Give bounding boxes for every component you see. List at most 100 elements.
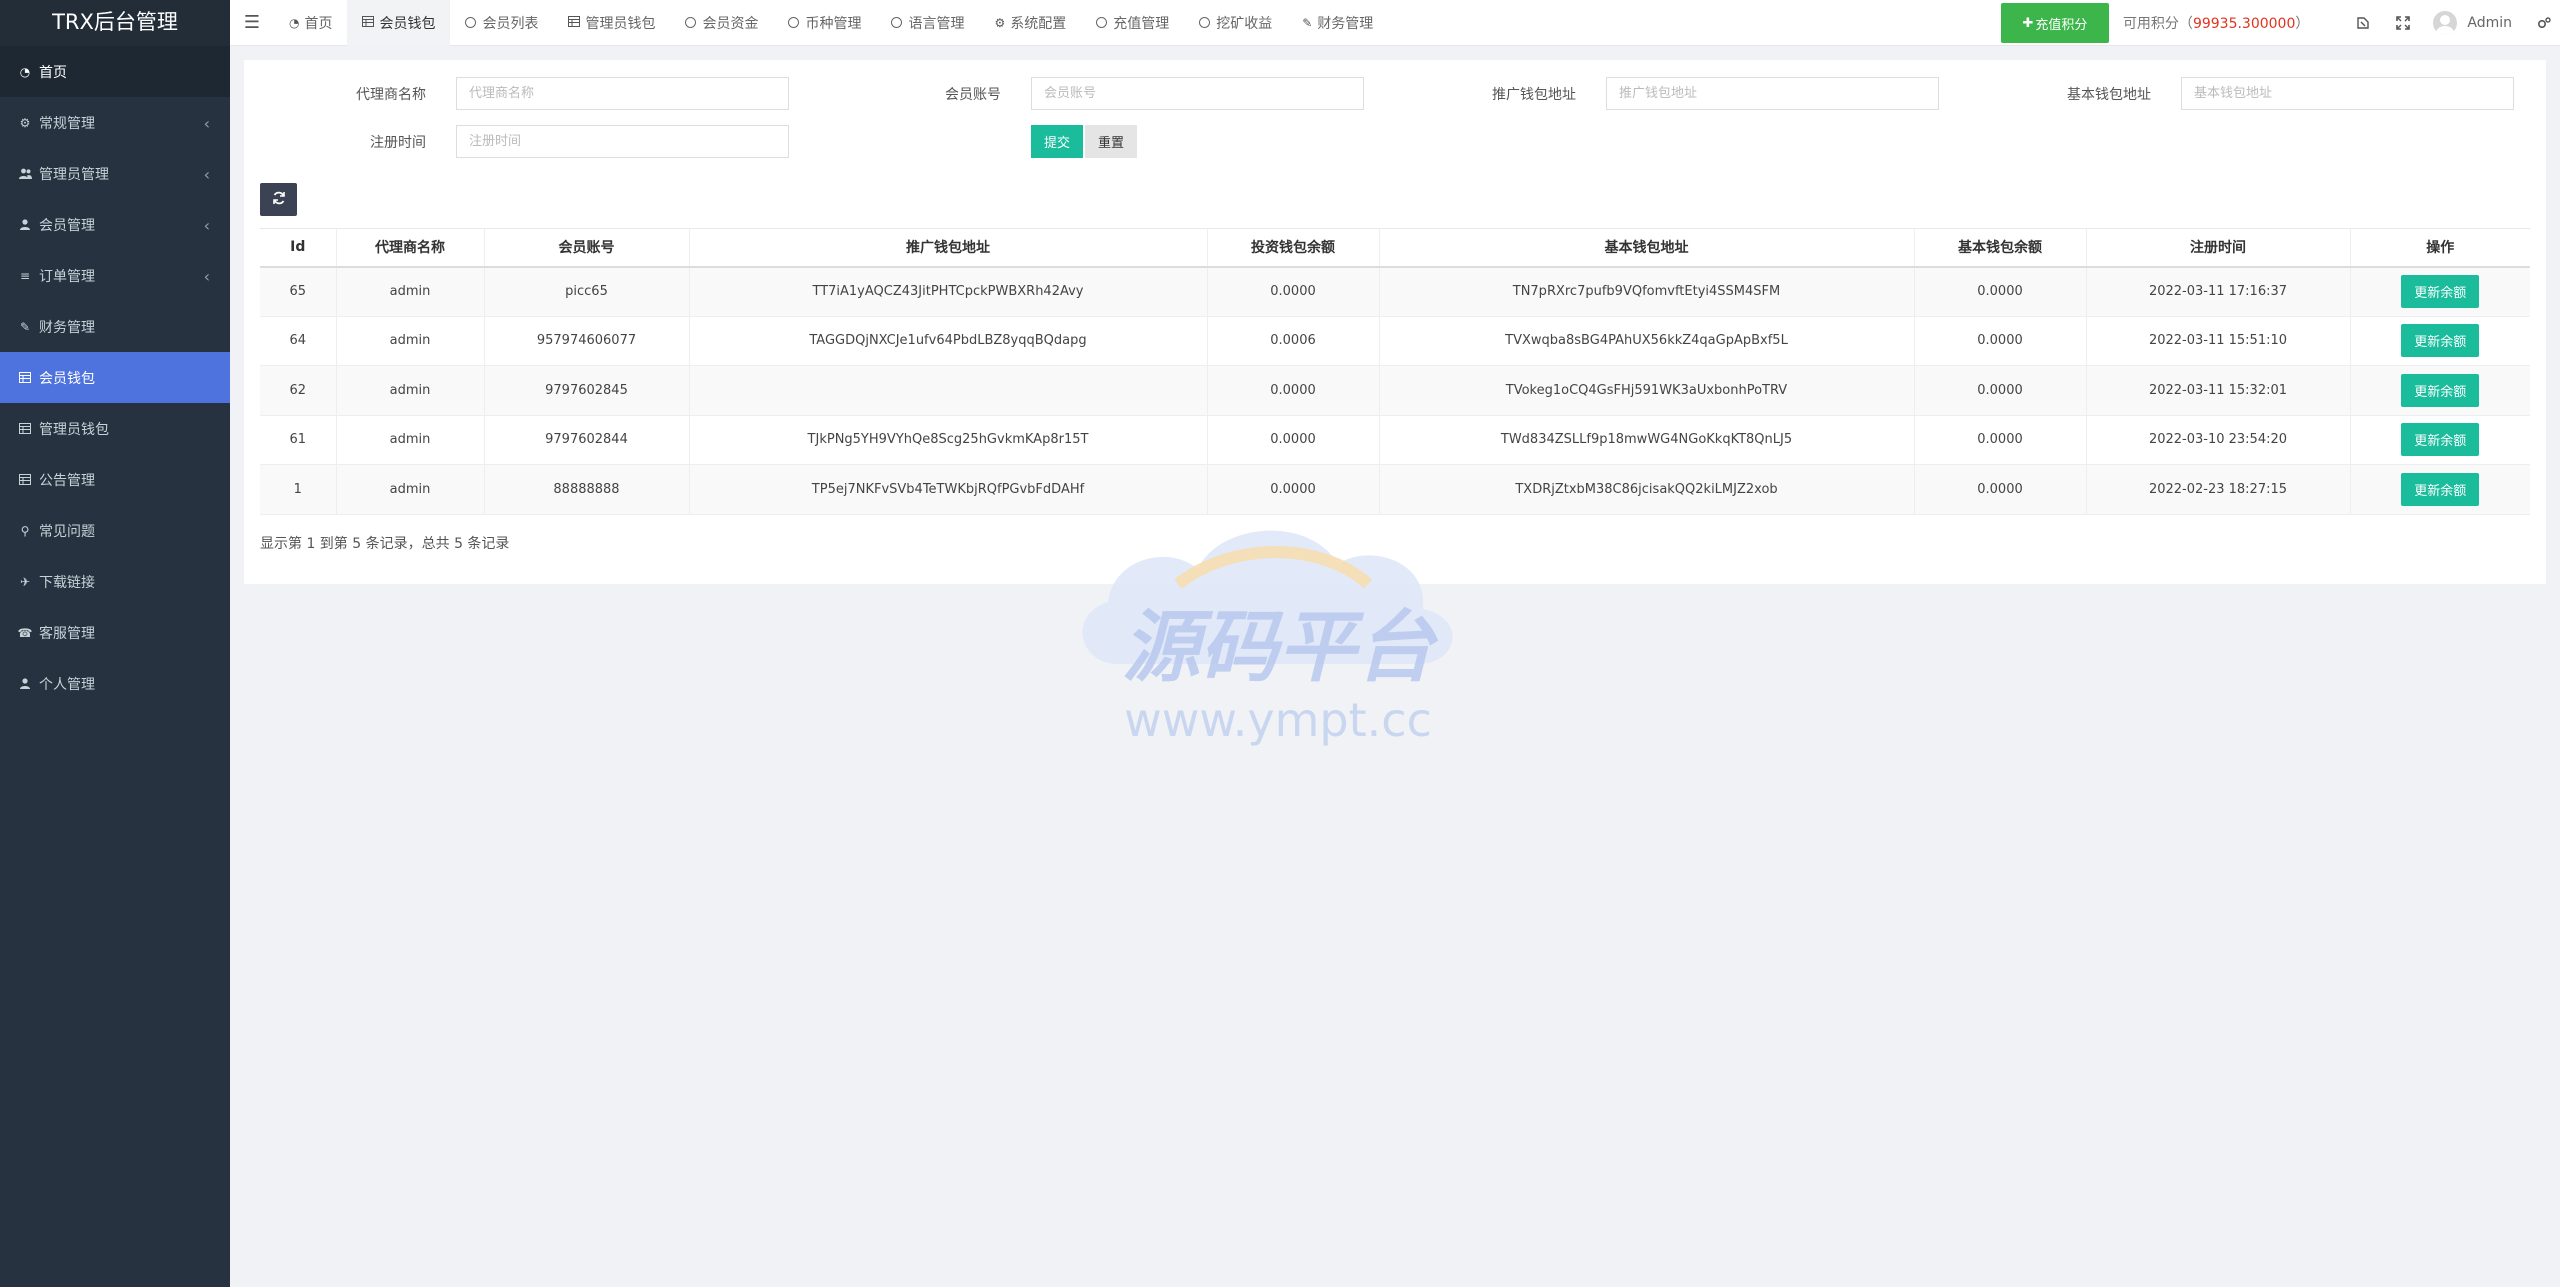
sidebar-item-3[interactable]: 会员管理 ‹ bbox=[0, 199, 230, 250]
cell-action: 更新余额 bbox=[2349, 266, 2530, 317]
topbar-right: ✚ 充值积分 可用积分（99935.300000） Admin bbox=[2000, 0, 2560, 46]
cell-time: 2022-02-23 18:27:15 bbox=[2085, 464, 2350, 515]
tab-label: 系统配置 bbox=[1010, 15, 1067, 32]
cell-base_balance: 0.0000 bbox=[1913, 464, 2086, 515]
tab-4[interactable]: 会员资金 bbox=[670, 0, 773, 46]
settings-gear-icon[interactable] bbox=[2532, 16, 2556, 30]
sidebar-item-label: 会员钱包 bbox=[39, 370, 95, 387]
sidebar-item-label: 常规管理 bbox=[39, 115, 95, 132]
cell-action: 更新余额 bbox=[2349, 464, 2530, 515]
tab-label: 充值管理 bbox=[1113, 15, 1170, 32]
sidebar-item-11[interactable]: ☎ 客服管理 bbox=[0, 607, 230, 658]
update-balance-button[interactable]: 更新余额 bbox=[2401, 275, 2480, 308]
column-header[interactable]: 投资钱包余额 bbox=[1206, 228, 1379, 268]
tab-label: 会员列表 bbox=[482, 15, 539, 32]
tab-1[interactable]: 会员钱包 bbox=[347, 0, 451, 46]
sidebar-item-1[interactable]: ⚙ 常规管理 ‹ bbox=[0, 97, 230, 148]
column-header[interactable]: 基本钱包地址 bbox=[1378, 228, 1914, 268]
topbar: ☰ ◔ 首页 会员钱包 会员列表 管理员钱包 会员资金 币种管理 语言管理 ⚙ 系统配置 充值管理 挖… bbox=[230, 0, 2560, 46]
table-icon bbox=[568, 15, 581, 30]
update-balance-button[interactable]: 更新余额 bbox=[2401, 324, 2480, 358]
refresh-button[interactable] bbox=[260, 183, 297, 216]
avatar[interactable] bbox=[2433, 11, 2458, 35]
update-balance-button[interactable]: 更新余额 bbox=[2401, 373, 2480, 407]
sidebar-item-2[interactable]: 管理员管理 ‹ bbox=[0, 148, 230, 199]
column-header[interactable]: 注册时间 bbox=[2085, 228, 2350, 268]
sidebar-item-0[interactable]: ◔ 首页 bbox=[0, 46, 230, 97]
column-header[interactable]: 基本钱包余额 bbox=[1913, 228, 2086, 268]
cell-promo: TAGGDQjNXCJe1ufv64PbdLBZ8yqqBQdapg bbox=[688, 316, 1207, 366]
agent-label: 代理商名称 bbox=[356, 86, 426, 103]
sidebar-item-label: 财务管理 bbox=[39, 319, 95, 336]
sidebar-item-5[interactable]: ✎ 财务管理 bbox=[0, 301, 230, 352]
clear-cache-icon[interactable] bbox=[2343, 16, 2383, 30]
filter-base-address: 基本钱包地址 bbox=[1999, 77, 2514, 110]
chevron-left-icon: ‹ bbox=[203, 165, 210, 184]
cell-account: 9797602845 bbox=[483, 365, 689, 416]
table-icon bbox=[18, 422, 32, 436]
cell-time: 2022-03-11 15:51:10 bbox=[2085, 316, 2350, 366]
user-icon bbox=[18, 677, 32, 691]
cell-agent: admin bbox=[335, 316, 484, 366]
tab-9[interactable]: 挖矿收益 bbox=[1184, 0, 1287, 46]
cell-invest: 0.0006 bbox=[1206, 316, 1379, 366]
sidebar-item-10[interactable]: ✈ 下载链接 bbox=[0, 556, 230, 607]
gear-icon: ⚙ bbox=[994, 15, 1006, 30]
sidebar-item-label: 会员管理 bbox=[39, 217, 95, 234]
edit-icon: ✎ bbox=[19, 319, 31, 334]
chevron-left-icon: ‹ bbox=[203, 216, 210, 235]
cell-id: 61 bbox=[260, 415, 336, 465]
cell-agent: admin bbox=[335, 365, 484, 416]
tab-label: 会员资金 bbox=[702, 15, 759, 32]
column-header[interactable]: 会员账号 bbox=[483, 228, 689, 268]
user-icon bbox=[18, 218, 32, 232]
tab-0[interactable]: ◔ 首页 bbox=[274, 0, 347, 46]
menu-toggle-icon[interactable]: ☰ bbox=[230, 0, 274, 46]
cell-promo bbox=[688, 365, 1207, 416]
cell-account: 88888888 bbox=[483, 464, 689, 515]
filter-account: 会员账号 bbox=[849, 77, 1364, 110]
cell-base: TVokeg1oCQ4GsFHj591WK3aUxbonhPoTRV bbox=[1378, 365, 1914, 416]
base-address-input[interactable] bbox=[2181, 77, 2514, 110]
circle-icon bbox=[1096, 17, 1108, 28]
tab-label: 管理员钱包 bbox=[585, 15, 656, 32]
sidebar-item-9[interactable]: ⚲ 常见问题 bbox=[0, 505, 230, 556]
sidebar-item-7[interactable]: 管理员钱包 bbox=[0, 403, 230, 454]
reset-button[interactable]: 重置 bbox=[1085, 125, 1137, 158]
column-header[interactable]: 操作 bbox=[2349, 228, 2530, 268]
cell-invest: 0.0000 bbox=[1206, 266, 1379, 317]
tab-7[interactable]: ⚙ 系统配置 bbox=[979, 0, 1081, 46]
tab-5[interactable]: 币种管理 bbox=[773, 0, 876, 46]
user-name[interactable]: Admin bbox=[2467, 15, 2512, 31]
column-header[interactable]: Id bbox=[260, 228, 336, 268]
tab-3[interactable]: 管理员钱包 bbox=[553, 0, 670, 46]
update-balance-button[interactable]: 更新余额 bbox=[2401, 472, 2480, 506]
dashboard-icon: ◔ bbox=[19, 64, 31, 79]
cell-id: 65 bbox=[260, 266, 336, 317]
cell-invest: 0.0000 bbox=[1206, 365, 1379, 416]
promo-address-input[interactable] bbox=[1606, 77, 1939, 110]
update-balance-button[interactable]: 更新余额 bbox=[2401, 423, 2480, 457]
cell-invest: 0.0000 bbox=[1206, 464, 1379, 515]
sidebar-item-6[interactable]: 会员钱包 bbox=[0, 352, 230, 403]
sidebar-item-12[interactable]: 个人管理 bbox=[0, 658, 230, 709]
recharge-points-button[interactable]: ✚ 充值积分 bbox=[2000, 3, 2109, 43]
cell-base: TN7pRXrc7pufb9VQfomvftEtyi4SSM4SFM bbox=[1378, 266, 1914, 317]
tab-8[interactable]: 充值管理 bbox=[1081, 0, 1184, 46]
account-input[interactable] bbox=[1031, 77, 1364, 110]
table-row: 62 admin 9797602845 0.0000 TVokeg1oCQ4GsFHj5… bbox=[260, 365, 2530, 416]
agent-input[interactable] bbox=[456, 77, 789, 110]
tab-6[interactable]: 语言管理 bbox=[876, 0, 979, 46]
submit-button[interactable]: 提交 bbox=[1031, 125, 1083, 158]
tab-2[interactable]: 会员列表 bbox=[450, 0, 553, 46]
table-icon bbox=[18, 371, 32, 385]
reg-time-input[interactable] bbox=[456, 125, 789, 158]
column-header[interactable]: 代理商名称 bbox=[335, 228, 484, 268]
sidebar-item-4[interactable]: ≡ 订单管理 ‹ bbox=[0, 250, 230, 301]
table-row: 61 admin 9797602844 TJkPNg5YH9VYhQe8Scg25hG… bbox=[260, 415, 2530, 465]
cell-action: 更新余额 bbox=[2349, 365, 2530, 416]
column-header[interactable]: 推广钱包地址 bbox=[688, 228, 1207, 268]
tab-10[interactable]: ✎ 财务管理 bbox=[1287, 0, 1388, 46]
fullscreen-icon[interactable] bbox=[2383, 16, 2423, 30]
sidebar-item-8[interactable]: 公告管理 bbox=[0, 454, 230, 505]
